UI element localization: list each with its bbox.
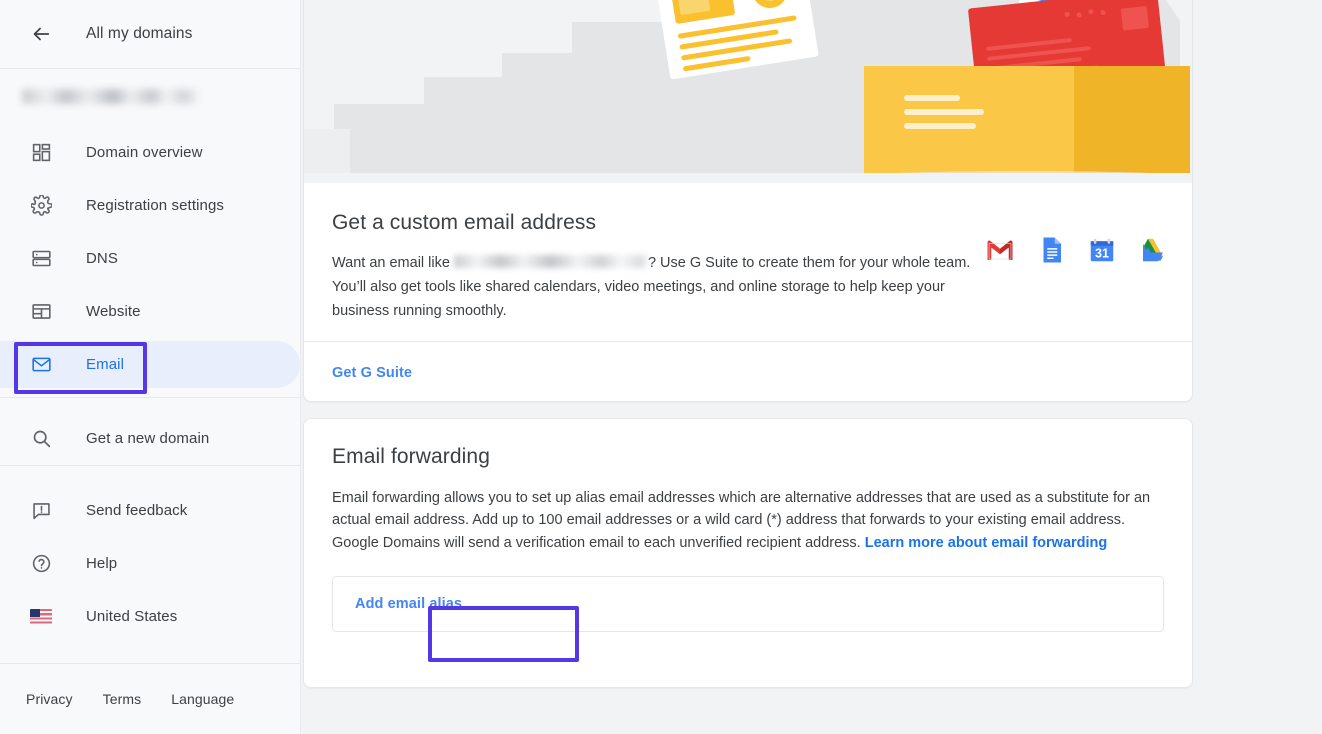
- sidebar-item-label: Get a new domain: [86, 430, 210, 447]
- sidebar-footer: Privacy Terms Language: [0, 663, 301, 734]
- promo-description: Want an email like ? Use G Suite to crea…: [332, 251, 972, 323]
- domain-name-redacted: [22, 89, 198, 104]
- sidebar-item-get-a-new-domain[interactable]: Get a new domain: [0, 412, 300, 465]
- learn-more-link[interactable]: Learn more about email forwarding: [865, 535, 1108, 551]
- sidebar-header: All my domains: [0, 0, 300, 69]
- sidebar-nav-secondary: Send feedback Help United States: [0, 465, 300, 643]
- google-calendar-icon: 31: [1090, 238, 1114, 262]
- sidebar-item-label: DNS: [86, 250, 118, 267]
- us-flag-icon: [28, 604, 54, 630]
- email-address-redacted: [453, 255, 648, 268]
- get-custom-email-card: Get a custom email address Want an email…: [303, 0, 1193, 402]
- sidebar-item-send-feedback[interactable]: Send feedback: [0, 484, 300, 537]
- google-apps-icon-row: 31: [985, 235, 1168, 265]
- footer-link-privacy[interactable]: Privacy: [26, 691, 73, 707]
- sidebar-nav-search: Get a new domain: [0, 397, 300, 465]
- google-docs-icon: [1043, 237, 1061, 263]
- help-circle-icon: [28, 551, 54, 577]
- add-email-alias-button[interactable]: Add email alias: [355, 596, 462, 612]
- sidebar-item-registration-settings[interactable]: Registration settings: [0, 179, 300, 232]
- promo-body: Get a custom email address Want an email…: [304, 183, 1192, 341]
- sidebar: All my domains Domain overview Registrat…: [0, 0, 301, 734]
- website-layout-icon: [28, 299, 54, 325]
- add-email-alias-row: Add email alias: [332, 575, 1164, 632]
- google-drive-icon: [1143, 238, 1163, 262]
- sidebar-item-label: Send feedback: [86, 502, 188, 519]
- sidebar-item-label: Website: [86, 303, 141, 320]
- promo-text-before: Want an email like: [332, 255, 450, 271]
- open-box-with-mail-illustration: [304, 0, 1192, 183]
- gmail-icon: [987, 240, 1013, 260]
- promo-card-footer: Get G Suite: [304, 341, 1192, 401]
- footer-link-terms[interactable]: Terms: [103, 691, 142, 707]
- email-forwarding-card: Email forwarding Email forwarding allows…: [303, 418, 1193, 688]
- sidebar-item-label: Email: [86, 356, 125, 373]
- sidebar-item-label: United States: [86, 608, 178, 625]
- feedback-icon: [28, 498, 54, 524]
- all-my-domains-label[interactable]: All my domains: [86, 25, 193, 43]
- search-icon: [28, 426, 54, 452]
- sidebar-item-country-united-states[interactable]: United States: [0, 590, 300, 643]
- google-domains-email-page: All my domains Domain overview Registrat…: [0, 0, 1322, 734]
- get-g-suite-link[interactable]: Get G Suite: [332, 365, 412, 381]
- sidebar-item-label: Domain overview: [86, 144, 203, 161]
- sidebar-item-label: Registration settings: [86, 197, 225, 214]
- sidebar-item-dns[interactable]: DNS: [0, 232, 300, 285]
- sidebar-item-label: Help: [86, 555, 118, 572]
- sidebar-item-website[interactable]: Website: [0, 285, 300, 338]
- back-arrow-icon[interactable]: [28, 21, 54, 47]
- dashboard-icon: [28, 140, 54, 166]
- footer-link-language[interactable]: Language: [171, 691, 234, 707]
- main-content: Get a custom email address Want an email…: [301, 0, 1322, 734]
- svg-text:31: 31: [1095, 247, 1109, 261]
- sidebar-nav-primary: Domain overview Registration settings DN…: [0, 104, 300, 391]
- email-forwarding-title: Email forwarding: [332, 445, 490, 468]
- dns-server-icon: [28, 246, 54, 272]
- email-forwarding-description: Email forwarding allows you to set up al…: [332, 487, 1164, 554]
- sidebar-item-help[interactable]: Help: [0, 537, 300, 590]
- page-title: Get a custom email address: [332, 211, 597, 234]
- sidebar-item-domain-overview[interactable]: Domain overview: [0, 126, 300, 179]
- envelope-icon: [28, 352, 54, 378]
- gear-icon: [28, 193, 54, 219]
- sidebar-item-email[interactable]: Email: [0, 338, 300, 391]
